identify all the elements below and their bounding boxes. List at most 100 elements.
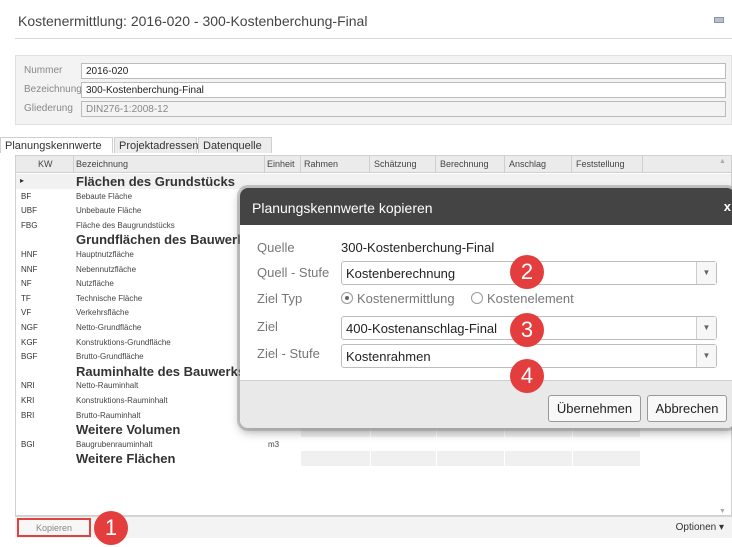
cell-kw: NRI xyxy=(21,381,35,391)
nummer-row: Nummer 2016-020 xyxy=(16,63,731,79)
cell-kw: BF xyxy=(21,191,32,201)
title-divider xyxy=(15,38,732,39)
col-schaetzung[interactable]: Schätzung xyxy=(374,159,417,169)
col-feststellung[interactable]: Feststellung xyxy=(576,159,625,169)
uebernehmen-button[interactable]: Übernehmen xyxy=(548,395,641,422)
bezeichnung-field[interactable]: 300-Kostenberchung-Final xyxy=(81,82,726,98)
close-icon[interactable]: x xyxy=(724,199,731,214)
tab-planungskennwerte[interactable]: Planungskennwerte xyxy=(0,137,113,153)
cell-kw: BGF xyxy=(21,352,38,362)
group-title: Grundflächen des Bauwerks xyxy=(76,232,252,248)
ziel-stufe-label: Ziel - Stufe xyxy=(257,346,320,361)
ziel-value: 400-Kostenanschlag-Final xyxy=(346,321,498,336)
cell-kw: HNF xyxy=(21,250,38,259)
col-divider xyxy=(435,156,436,173)
header-form: Nummer 2016-020 Bezeichnung 300-Kostenbe… xyxy=(15,55,732,125)
step-marker-1: 1 xyxy=(94,511,128,545)
scroll-down-icon[interactable]: ▼ xyxy=(719,508,726,515)
ziel-typ-label: Ziel Typ xyxy=(257,291,303,306)
col-divider xyxy=(369,156,370,173)
cell-bezeichnung: Netto-Rauminhalt xyxy=(76,381,139,391)
cell-kw: BGI xyxy=(21,439,35,449)
group-row[interactable]: ▸ Flächen des Grundstücks xyxy=(16,174,731,189)
radio-kostenermittlung-label: Kostenermittlung xyxy=(357,291,455,306)
nummer-field[interactable]: 2016-020 xyxy=(81,63,726,79)
cell-bezeichnung: Netto-Grundfläche xyxy=(76,323,142,332)
tab-datenquelle[interactable]: Datenquelle xyxy=(198,137,272,153)
group-row[interactable]: Weitere Flächen xyxy=(16,451,731,467)
grid-header: KW Bezeichnung Einheit Rahmen Schätzung … xyxy=(16,156,731,173)
ziel-stufe-value: Kostenrahmen xyxy=(346,349,431,364)
col-anschlag[interactable]: Anschlag xyxy=(509,159,546,169)
abbrechen-button[interactable]: Abbrechen xyxy=(647,395,727,422)
col-bezeichnung[interactable]: Bezeichnung xyxy=(76,159,128,169)
quelle-label: Quelle xyxy=(257,240,295,255)
dialog-footer: Übernehmen Abbrechen xyxy=(240,380,732,428)
group-title: Rauminhalte des Bauwerks xyxy=(76,363,246,379)
tab-projektadressen[interactable]: Projektadressen xyxy=(114,137,199,153)
bezeichnung-row: Bezeichnung 300-Kostenberchung-Final xyxy=(16,82,731,98)
radio-kostenelement-label: Kostenelement xyxy=(487,291,574,306)
ziel-label: Ziel xyxy=(257,319,278,334)
cell-kw: NGF xyxy=(21,323,38,332)
chevron-down-icon[interactable]: ▼ xyxy=(696,317,716,339)
empty-cell xyxy=(573,451,641,467)
cell-kw: NNF xyxy=(21,264,38,274)
radio-kostenelement[interactable]: Kostenelement xyxy=(471,291,574,306)
table-row[interactable]: BGI Baugrubenrauminhalt m3 xyxy=(16,437,731,452)
col-rahmen[interactable]: Rahmen xyxy=(304,159,338,169)
cell-bezeichnung: Nebennutzfläche xyxy=(76,264,137,274)
group-title: Weitere Volumen xyxy=(76,422,181,438)
col-berechnung[interactable]: Berechnung xyxy=(440,159,489,169)
col-divider xyxy=(571,156,572,173)
window-title: Kostenermittlung: 2016-020 - 300-Kostenb… xyxy=(18,13,368,29)
kopieren-button[interactable]: Kopieren xyxy=(17,518,91,537)
cell-bezeichnung: Hauptnutzfläche xyxy=(76,250,134,259)
group-title: Weitere Flächen xyxy=(76,451,176,467)
cell-bezeichnung: Konstruktions-Grundfläche xyxy=(76,337,171,347)
col-divider xyxy=(264,156,265,173)
cell-bezeichnung: Brutto-Rauminhalt xyxy=(76,410,141,420)
cell-bezeichnung: Baugrubenrauminhalt xyxy=(76,439,153,449)
cell-bezeichnung: Fläche des Baugrundstücks xyxy=(76,220,175,230)
chevron-down-icon[interactable]: ▼ xyxy=(696,262,716,284)
cell-bezeichnung: Technische Fläche xyxy=(76,293,143,303)
step-marker-2: 2 xyxy=(510,255,544,289)
empty-cell xyxy=(301,451,371,467)
cell-bezeichnung: Brutto-Grundfläche xyxy=(76,352,144,362)
cell-kw: VF xyxy=(21,308,32,318)
step-marker-4: 4 xyxy=(510,359,544,393)
cell-kw: FBG xyxy=(21,220,38,230)
gliederung-label: Gliederung xyxy=(24,103,73,114)
group-title: Flächen des Grundstücks xyxy=(76,174,235,189)
window-restore-icon[interactable] xyxy=(714,17,724,23)
col-einheit[interactable]: Einheit xyxy=(267,159,295,169)
empty-cell xyxy=(437,451,505,467)
col-divider xyxy=(504,156,505,173)
cell-kw: TF xyxy=(21,293,31,303)
col-divider xyxy=(73,156,74,173)
optionen-menu[interactable]: Optionen ▾ xyxy=(676,522,724,533)
cell-kw: UBF xyxy=(21,206,37,216)
radio-kostenermittlung[interactable]: Kostenermittlung xyxy=(341,291,455,306)
bezeichnung-label: Bezeichnung xyxy=(24,84,82,95)
dialog-title: Planungskennwerte kopieren xyxy=(240,188,732,225)
quell-stufe-label: Quell - Stufe xyxy=(257,265,330,280)
cell-kw: KGF xyxy=(21,337,38,347)
gliederung-row: Gliederung DIN276-1:2008-12 xyxy=(16,101,731,117)
kopieren-dialog: Planungskennwerte kopieren x Quelle 300-… xyxy=(240,188,732,428)
empty-cell xyxy=(505,451,573,467)
nummer-label: Nummer xyxy=(24,65,63,76)
scroll-up-icon[interactable]: ▲ xyxy=(719,158,726,165)
quell-stufe-value: Kostenberechnung xyxy=(346,266,456,281)
step-marker-3: 3 xyxy=(510,313,544,347)
chevron-down-icon[interactable]: ▼ xyxy=(696,345,716,367)
cell-kw: KRI xyxy=(21,396,35,405)
radio-unselected-icon xyxy=(471,292,483,304)
cell-bezeichnung: Nutzfläche xyxy=(76,279,114,289)
col-divider xyxy=(642,156,643,173)
row-pointer-icon: ▸ xyxy=(20,176,25,185)
cell-bezeichnung: Unbebaute Fläche xyxy=(76,206,142,216)
cell-kw: NF xyxy=(21,279,32,289)
col-kw[interactable]: KW xyxy=(38,159,53,169)
